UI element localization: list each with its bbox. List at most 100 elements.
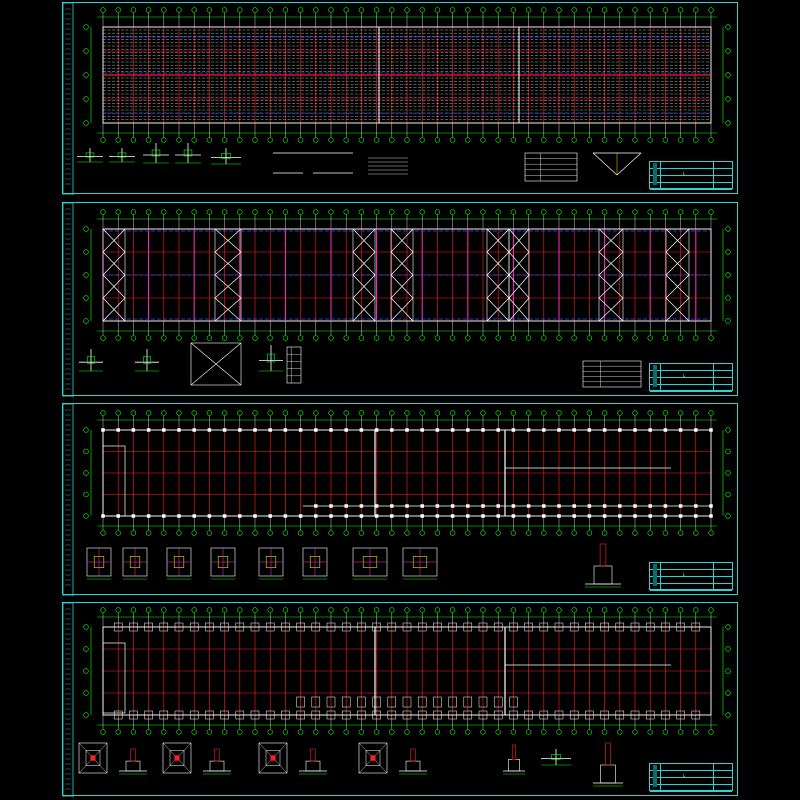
- column-marker: [405, 504, 409, 508]
- column-marker: [314, 428, 318, 432]
- axis-bubble-right: [725, 668, 731, 674]
- axis-bubble-top: [495, 7, 501, 13]
- column-marker: [709, 428, 713, 432]
- axis-bubble-bottom: [237, 530, 243, 536]
- axis-bubble-bottom: [571, 137, 577, 143]
- column-marker: [496, 514, 500, 518]
- detail-46-footing: [305, 760, 321, 772]
- axis-bubble-top: [510, 607, 517, 613]
- axis-bubble-bottom: [373, 137, 380, 143]
- axis-bubble-left: [83, 448, 89, 455]
- axis-bubble-top: [313, 209, 319, 215]
- column-marker: [268, 514, 272, 518]
- axis-bubble-bottom: [556, 335, 562, 341]
- column-marker: [101, 514, 105, 518]
- axis-bubble-top: [449, 7, 456, 13]
- axis-bubble-top: [480, 607, 486, 613]
- axis-bubble-bottom: [510, 137, 517, 143]
- axis-bubble-top: [389, 410, 395, 416]
- axis-bubble-bottom: [206, 335, 213, 341]
- axis-bubble-bottom: [282, 137, 289, 143]
- axis-bubble-bottom: [541, 137, 547, 143]
- column-marker: [222, 428, 227, 432]
- column-marker: [557, 428, 561, 432]
- axis-bubble-top: [176, 607, 182, 613]
- axis-bubble-bottom: [252, 137, 258, 143]
- axis-bubble-top: [677, 607, 684, 613]
- axis-bubble-bottom: [586, 335, 593, 341]
- title-block-mark: L: [682, 373, 686, 378]
- axis-bubble-bottom: [130, 729, 137, 735]
- axis-bubble-bottom: [237, 335, 243, 341]
- axis-bubble-top: [145, 7, 152, 13]
- axis-bubble-bottom: [358, 137, 365, 143]
- axis-bubble-bottom: [145, 530, 152, 536]
- detail-47-footing: [405, 760, 421, 772]
- axis-bubble-bottom: [662, 137, 669, 143]
- title-block: L: [649, 363, 733, 392]
- axis-bubble-top: [221, 7, 228, 13]
- axis-bubble-bottom: [708, 729, 714, 735]
- axis-bubble-bottom: [206, 137, 213, 143]
- axis-bubble-top: [617, 607, 623, 613]
- column-marker: [116, 514, 120, 518]
- axis-bubble-right: [725, 48, 731, 54]
- axis-bubble-top: [191, 7, 197, 13]
- column-marker: [283, 514, 288, 518]
- axis-bubble-bottom: [252, 530, 258, 536]
- axis-bubble-top: [282, 410, 289, 416]
- axis-bubble-bottom: [541, 335, 547, 341]
- axis-bubble-top: [693, 607, 699, 613]
- column-marker: [238, 428, 242, 432]
- axis-bubble-top: [647, 410, 653, 416]
- axis-bubble-bottom: [206, 530, 213, 536]
- axis-bubble-top: [404, 410, 410, 416]
- axis-bubble-top: [434, 209, 441, 215]
- column-marker: [542, 514, 546, 518]
- axis-bubble-bottom: [130, 335, 137, 341]
- axis-bubble-top: [282, 607, 289, 613]
- column-marker: [450, 514, 455, 518]
- axis-bubble-bottom: [145, 335, 152, 341]
- title-block: L: [649, 161, 733, 190]
- detail-47-column: [410, 748, 416, 762]
- axis-bubble-right: [725, 295, 731, 301]
- axis-bubble-top: [677, 410, 684, 416]
- axis-bubble-top: [343, 410, 349, 416]
- axis-bubble-bottom: [632, 530, 638, 536]
- axis-bubble-top: [708, 607, 714, 613]
- axis-bubble-top: [161, 209, 167, 215]
- column-marker: [587, 504, 592, 508]
- detail-42-column: [270, 755, 276, 761]
- axis-bubble-bottom: [434, 729, 441, 735]
- axis-bubble-bottom: [677, 137, 684, 143]
- axis-bubble-bottom: [282, 530, 289, 536]
- column-marker: [329, 514, 333, 518]
- axis-bubble-top: [343, 607, 349, 613]
- axis-bubble-bottom: [556, 137, 562, 143]
- column-marker: [618, 428, 622, 432]
- axis-bubble-bottom: [343, 729, 349, 735]
- axis-bubble-bottom: [510, 335, 517, 341]
- column-marker: [511, 504, 516, 508]
- axis-bubble-top: [647, 209, 653, 215]
- axis-bubble-top: [632, 410, 638, 416]
- axis-bubble-top: [358, 209, 365, 215]
- column-marker: [420, 504, 424, 508]
- axis-bubble-top: [373, 7, 380, 13]
- sheet-roof-bracing-plan: L: [62, 202, 738, 397]
- detail-43-column: [370, 755, 376, 761]
- axis-bubble-top: [693, 7, 699, 13]
- axis-bubble-top: [115, 209, 121, 215]
- axis-bubble-top: [343, 209, 349, 215]
- axis-bubble-top: [632, 607, 638, 613]
- axis-bubble-top: [586, 209, 593, 215]
- axis-bubble-top: [541, 607, 547, 613]
- axis-bubble-bottom: [465, 530, 471, 536]
- column-marker: [131, 514, 136, 518]
- axis-bubble-bottom: [419, 729, 425, 735]
- axis-bubble-bottom: [115, 729, 121, 735]
- axis-bubble-top: [115, 7, 121, 13]
- axis-bubble-top: [145, 209, 152, 215]
- axis-bubble-bottom: [693, 530, 699, 536]
